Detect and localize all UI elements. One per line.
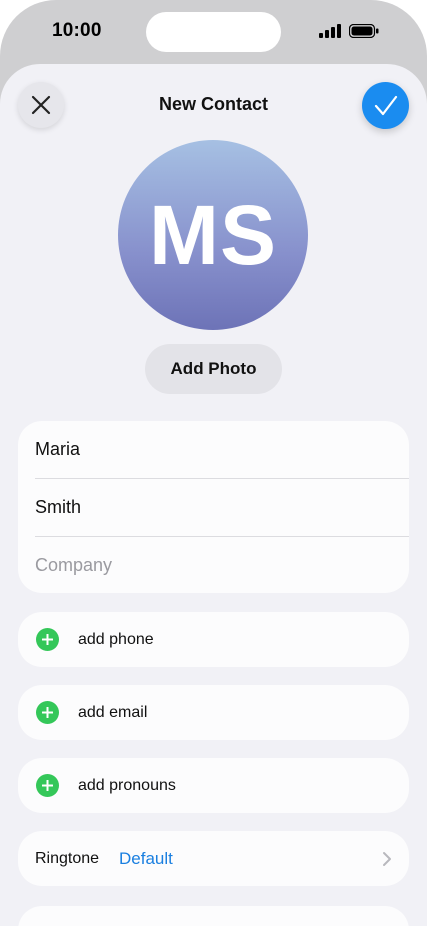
cellular-signal-icon — [319, 24, 341, 38]
battery-icon — [349, 24, 379, 38]
ringtone-label: Ringtone — [35, 849, 100, 867]
dynamic-island — [146, 12, 281, 52]
add-icon — [36, 628, 59, 651]
add-icon — [36, 701, 59, 724]
last-name-field[interactable]: Smith — [35, 479, 409, 536]
add-pronouns-row[interactable]: add pronouns — [18, 758, 409, 813]
add-photo-button[interactable]: Add Photo — [145, 344, 282, 394]
chevron-right-icon — [383, 852, 391, 866]
phone-screen: 10:00 New Contact MS Add Photo Maria Smi… — [0, 0, 427, 926]
first-name-field[interactable]: Maria — [35, 421, 409, 478]
add-email-label: add email — [78, 703, 148, 721]
ringtone-row[interactable]: Ringtone Default — [18, 831, 409, 886]
avatar-initials: MS — [149, 187, 277, 282]
company-field[interactable]: Company — [35, 537, 409, 594]
next-row-partial — [18, 906, 409, 926]
checkmark-icon — [374, 95, 397, 115]
name-fields-card: Maria Smith Company — [18, 421, 409, 593]
add-icon — [36, 774, 59, 797]
add-pronouns-label: add pronouns — [78, 776, 176, 794]
add-phone-row[interactable]: add phone — [18, 612, 409, 667]
done-button[interactable] — [362, 82, 409, 129]
status-time: 10:00 — [52, 20, 102, 41]
add-phone-label: add phone — [78, 630, 154, 648]
ringtone-value: Default — [119, 848, 173, 868]
contact-avatar[interactable]: MS — [118, 140, 308, 330]
add-email-row[interactable]: add email — [18, 685, 409, 740]
new-contact-sheet: New Contact MS Add Photo Maria Smith Com… — [0, 64, 427, 926]
status-bar: 10:00 — [0, 0, 427, 64]
